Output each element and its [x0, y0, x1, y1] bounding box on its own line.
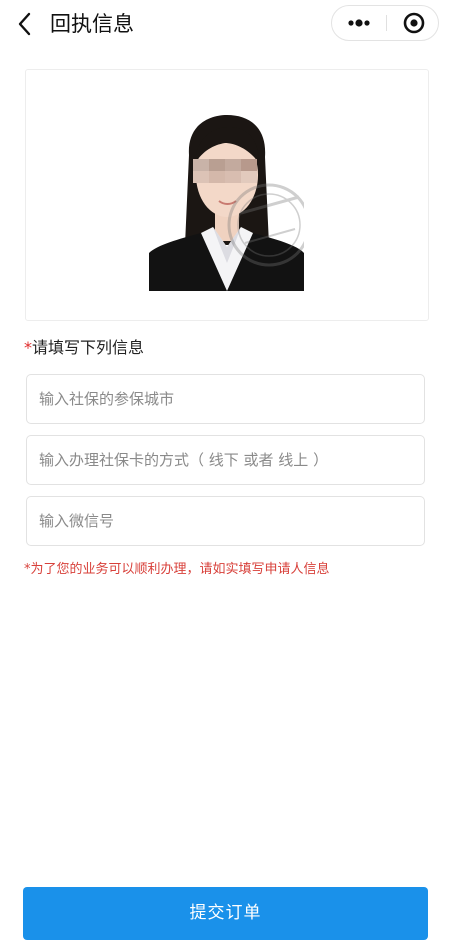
- card-method-field[interactable]: [26, 435, 425, 485]
- wechat-id-input[interactable]: [27, 497, 424, 545]
- back-button[interactable]: [14, 10, 38, 38]
- navigation-bar: 回执信息: [0, 0, 450, 48]
- form-notice: *为了您的业务可以顺利办理，请如实填写申请人信息: [24, 562, 330, 577]
- required-mark: *: [24, 338, 32, 357]
- target-close-icon: [403, 12, 425, 34]
- id-photo: [149, 115, 304, 291]
- more-dots-icon: [348, 19, 370, 27]
- chevron-left-icon: [18, 12, 31, 36]
- submit-order-button[interactable]: 提交订单: [23, 887, 428, 940]
- insurance-city-field[interactable]: [26, 374, 425, 424]
- page-title: 回执信息: [50, 12, 134, 36]
- wechat-id-field[interactable]: [26, 496, 425, 546]
- more-menu-button[interactable]: [332, 6, 386, 40]
- receipt-photo-card: [25, 69, 429, 321]
- section-label-text: 请填写下列信息: [32, 338, 145, 357]
- form-section-label: *请填写下列信息: [24, 338, 144, 358]
- close-mini-program-button[interactable]: [387, 6, 439, 40]
- insurance-city-input[interactable]: [27, 375, 424, 423]
- card-method-input[interactable]: [27, 436, 424, 484]
- mini-program-capsule: [331, 5, 439, 41]
